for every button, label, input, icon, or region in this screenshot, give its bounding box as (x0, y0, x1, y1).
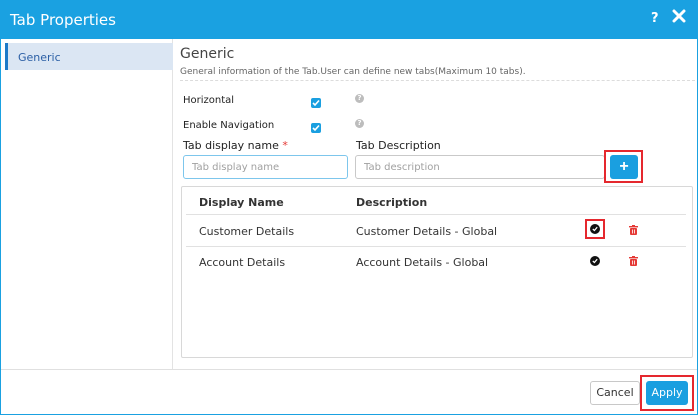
required-marker: * (282, 139, 288, 152)
sidebar-item-label: Generic (18, 51, 61, 64)
row-display-name: Account Details (199, 256, 286, 269)
column-header-display-name: Display Name (199, 196, 284, 209)
close-icon[interactable] (672, 9, 688, 27)
delete-icon[interactable] (629, 256, 638, 266)
delete-icon[interactable] (629, 225, 638, 235)
section-description: General information of the Tab.User can … (180, 67, 526, 77)
row-description: Account Details - Global (356, 256, 489, 269)
header-divider (186, 214, 686, 215)
enable-navigation-checkbox[interactable] (311, 123, 321, 133)
dialog-titlebar: Tab Properties ? (1, 1, 697, 39)
tab-display-name-input[interactable] (183, 155, 348, 179)
row-display-name: Customer Details (199, 225, 295, 238)
footer-divider (1, 369, 697, 370)
section-divider (180, 80, 695, 81)
section-title: Generic (180, 46, 235, 62)
tab-display-name-label: Tab display name * (183, 139, 288, 152)
enable-navigation-help-icon[interactable]: ? (355, 119, 364, 128)
add-tab-button[interactable]: + (610, 155, 638, 179)
tab-description-label: Tab Description (356, 139, 441, 152)
sidebar-item-generic[interactable]: Generic (5, 43, 173, 70)
column-header-description: Description (356, 196, 428, 209)
horizontal-label: Horizontal (183, 95, 235, 106)
enable-navigation-label: Enable Navigation (183, 120, 275, 131)
cancel-button[interactable]: Cancel (590, 381, 640, 405)
set-default-check-icon[interactable] (590, 224, 600, 234)
apply-button[interactable]: Apply (646, 381, 688, 405)
sidebar: Generic (1, 39, 173, 369)
help-button[interactable]: ? (651, 11, 659, 26)
horizontal-checkbox[interactable] (311, 98, 321, 108)
row-divider (186, 246, 686, 247)
row-description: Customer Details - Global (356, 225, 498, 238)
tab-properties-dialog: Tab Properties ? Generic Generic General… (0, 0, 698, 415)
dialog-title: Tab Properties (10, 11, 116, 29)
tabs-table: Display Name Description Customer Detail… (181, 186, 693, 358)
tab-display-name-label-text: Tab display name (183, 139, 279, 152)
set-default-check-icon[interactable] (590, 256, 600, 266)
horizontal-help-icon[interactable]: ? (355, 94, 364, 103)
tab-description-input[interactable] (355, 155, 605, 179)
